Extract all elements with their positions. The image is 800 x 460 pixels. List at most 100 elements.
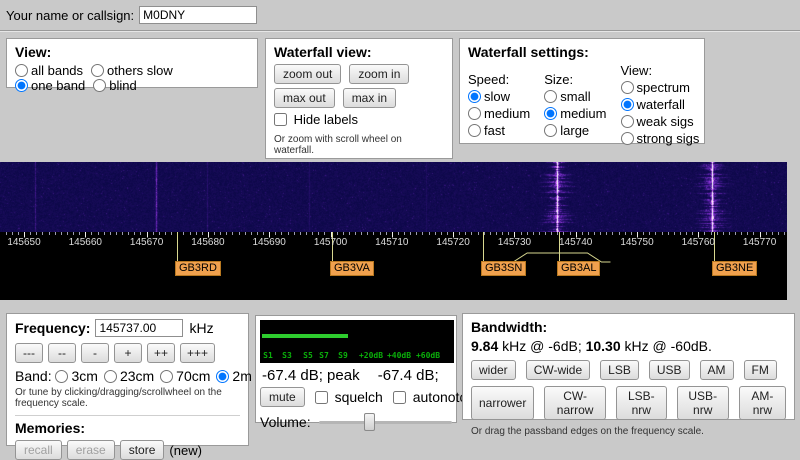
scale-label-145700: 145700 bbox=[309, 237, 353, 248]
narrower-button[interactable]: narrower bbox=[471, 386, 534, 420]
speed-group-label: Speed: bbox=[468, 72, 530, 87]
view-mode-radio-all-bands[interactable] bbox=[15, 64, 28, 77]
--button[interactable]: +++ bbox=[180, 343, 215, 363]
station-label-gb3sn[interactable]: GB3SN bbox=[481, 261, 526, 276]
station-label-gb3va[interactable]: GB3VA bbox=[330, 261, 374, 276]
view-mode-label-blind: blind bbox=[109, 78, 136, 93]
squelch-option[interactable]: squelch bbox=[315, 389, 383, 405]
volume-slider-track[interactable] bbox=[319, 421, 452, 424]
s-meter-label--60db: +60dB bbox=[416, 351, 440, 360]
cw-narrow-button[interactable]: CW-narrow bbox=[544, 386, 606, 420]
station-label-gb3al[interactable]: GB3AL bbox=[557, 261, 600, 276]
station-label-gb3rd[interactable]: GB3RD bbox=[175, 261, 221, 276]
s-meter-label--20db: +20dB bbox=[359, 351, 383, 360]
volume-slider[interactable] bbox=[319, 413, 452, 431]
wf-speed-option-slow[interactable]: slow bbox=[468, 88, 530, 105]
wf-speed-radio-fast[interactable] bbox=[468, 124, 481, 137]
band-option-23cm[interactable]: 23cm bbox=[104, 368, 154, 384]
wf-view-label-strong-sigs: strong sigs bbox=[637, 131, 700, 146]
waterfall-settings-panel: Waterfall settings: Speed: slowmediumfas… bbox=[459, 38, 705, 144]
zoom-out-button[interactable]: zoom out bbox=[274, 64, 341, 84]
wf-view-option-strong-sigs[interactable]: strong sigs bbox=[621, 130, 700, 147]
wf-speed-option-fast[interactable]: fast bbox=[468, 122, 530, 139]
band-radio-23cm[interactable] bbox=[104, 370, 117, 383]
store-button[interactable]: store bbox=[120, 440, 165, 460]
view-mode-option-one-band[interactable]: one band bbox=[15, 78, 85, 93]
band-radio-70cm[interactable] bbox=[160, 370, 173, 383]
wider-button[interactable]: wider bbox=[471, 360, 516, 380]
scale-label-145710: 145710 bbox=[370, 237, 414, 248]
callsign-input[interactable] bbox=[139, 6, 257, 24]
am-button[interactable]: AM bbox=[700, 360, 734, 380]
hide-labels-option[interactable]: Hide labels bbox=[274, 112, 436, 127]
waterfall-view-title: Waterfall view: bbox=[274, 44, 444, 60]
wf-view-option-weak-sigs[interactable]: weak sigs bbox=[621, 113, 700, 130]
wf-speed-option-medium[interactable]: medium bbox=[468, 105, 530, 122]
view-mode-radio-blind[interactable] bbox=[93, 79, 106, 92]
frequency-scale[interactable] bbox=[0, 162, 787, 300]
band-radio-2m[interactable] bbox=[216, 370, 229, 383]
wf-view-radio-spectrum[interactable] bbox=[621, 81, 634, 94]
--button[interactable]: - bbox=[81, 343, 109, 363]
cw-wide-button[interactable]: CW-wide bbox=[526, 360, 590, 380]
--button[interactable]: --- bbox=[15, 343, 43, 363]
max-in-button[interactable]: max in bbox=[343, 88, 396, 108]
memories-row: recallerasestore (new) bbox=[15, 440, 240, 460]
wf-size-option-small[interactable]: small bbox=[544, 88, 606, 105]
--button[interactable]: ++ bbox=[147, 343, 175, 363]
erase-button[interactable]: erase bbox=[67, 440, 115, 460]
recall-button[interactable]: recall bbox=[15, 440, 62, 460]
s-meter-label-s5: S5 bbox=[303, 351, 313, 360]
view-mode-option-others-slow[interactable]: others slow bbox=[91, 63, 173, 78]
wf-view-radio-waterfall[interactable] bbox=[621, 98, 634, 111]
view-mode-radio-others-slow[interactable] bbox=[91, 64, 104, 77]
lsb-nrw-button[interactable]: LSB-nrw bbox=[616, 386, 667, 420]
lsb-button[interactable]: LSB bbox=[600, 360, 639, 380]
band-radio-3cm[interactable] bbox=[55, 370, 68, 383]
callsign-bar: Your name or callsign: bbox=[6, 6, 257, 24]
waterfall-max-buttons: max out max in bbox=[274, 88, 444, 108]
wf-speed-radio-slow[interactable] bbox=[468, 90, 481, 103]
zoom-in-button[interactable]: zoom in bbox=[349, 64, 409, 84]
station-label-gb3ne[interactable]: GB3NE bbox=[712, 261, 757, 276]
am-nrw-button[interactable]: AM-nrw bbox=[739, 386, 786, 420]
wf-speed-label-medium: medium bbox=[484, 106, 530, 121]
wf-view-option-spectrum[interactable]: spectrum bbox=[621, 79, 700, 96]
frequency-input[interactable] bbox=[95, 319, 183, 337]
band-option-2m[interactable]: 2m bbox=[216, 368, 251, 384]
wf-size-option-large[interactable]: large bbox=[544, 122, 606, 139]
view-mode-option-all-bands[interactable]: all bands bbox=[15, 63, 83, 78]
frequency-unit: kHz bbox=[189, 320, 213, 336]
band-option-3cm[interactable]: 3cm bbox=[55, 368, 97, 384]
autonotch-checkbox[interactable] bbox=[393, 391, 406, 404]
wf-size-radio-medium[interactable] bbox=[544, 107, 557, 120]
view-mode-label-all-bands: all bands bbox=[31, 63, 83, 78]
frequency-title: Frequency: bbox=[15, 320, 90, 336]
fm-button[interactable]: FM bbox=[744, 360, 777, 380]
hide-labels-checkbox[interactable] bbox=[274, 113, 287, 126]
bandwidth-60db-value: 10.30 bbox=[586, 338, 621, 354]
view-mode-label-one-band: one band bbox=[31, 78, 85, 93]
--button[interactable]: + bbox=[114, 343, 142, 363]
mute-button[interactable]: mute bbox=[260, 387, 305, 407]
scale-label-145720: 145720 bbox=[431, 237, 475, 248]
wf-view-radio-strong-sigs[interactable] bbox=[621, 132, 634, 145]
view-mode-option-blind[interactable]: blind bbox=[93, 78, 136, 93]
--button[interactable]: -- bbox=[48, 343, 76, 363]
view-mode-label-others-slow: others slow bbox=[107, 63, 173, 78]
usb-nrw-button[interactable]: USB-nrw bbox=[677, 386, 729, 420]
usb-button[interactable]: USB bbox=[649, 360, 690, 380]
wf-view-label-weak-sigs: weak sigs bbox=[637, 114, 694, 129]
wf-speed-radio-medium[interactable] bbox=[468, 107, 481, 120]
volume-slider-thumb[interactable] bbox=[364, 413, 375, 431]
wf-size-radio-large[interactable] bbox=[544, 124, 557, 137]
wf-size-radio-small[interactable] bbox=[544, 90, 557, 103]
wf-view-radio-weak-sigs[interactable] bbox=[621, 115, 634, 128]
squelch-checkbox[interactable] bbox=[315, 391, 328, 404]
signal-level-text: -67.4 dB; peak bbox=[262, 367, 360, 384]
band-option-70cm[interactable]: 70cm bbox=[160, 368, 210, 384]
max-out-button[interactable]: max out bbox=[274, 88, 335, 108]
view-mode-radio-one-band[interactable] bbox=[15, 79, 28, 92]
wf-view-option-waterfall[interactable]: waterfall bbox=[621, 96, 700, 113]
wf-size-option-medium[interactable]: medium bbox=[544, 105, 606, 122]
